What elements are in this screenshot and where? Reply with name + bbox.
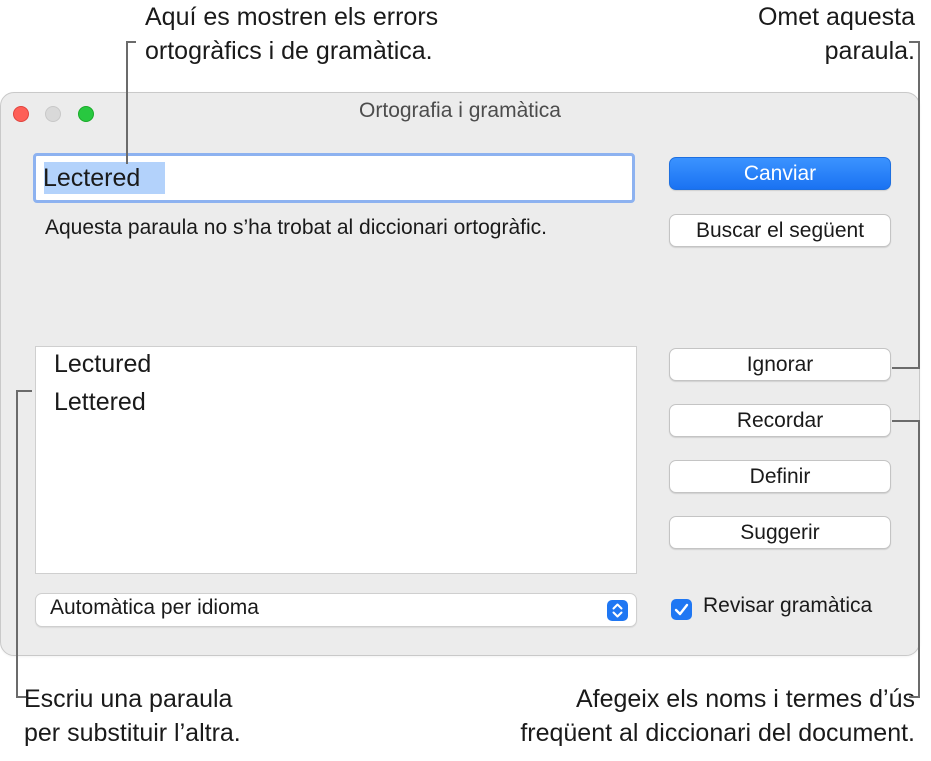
callout-ignore-line-vertical [918,41,920,369]
callout-errors-text: Aquí es mostren els errors ortogràfics i… [145,0,438,68]
language-popup-value: Automàtica per idioma [50,596,259,619]
change-button[interactable]: Canviar [669,157,891,190]
window-title: Ortografia i gramàtica [359,99,561,122]
callout-replace-text: Escriu una paraula per substituir l’altr… [24,682,241,750]
callout-ignore-text: Omet aquesta paraula. [758,0,915,68]
learn-button[interactable]: Recordar [669,404,891,437]
callout-ignore-line-1: Omet aquesta [757,3,915,31]
misspelled-word-field[interactable] [33,153,635,203]
check-grammar-checkbox[interactable] [671,599,692,620]
suggestion-item[interactable]: Lettered [54,388,146,417]
suggestions-list[interactable]: Lectured Lettered [35,346,637,574]
callout-replace-line-top [16,390,32,392]
callout-replace-line-2: per substituir l’altra. [24,719,241,747]
spelling-grammar-window: Ortografia i gramàtica Aquesta paraula n… [0,92,920,656]
suggestion-item[interactable]: Lectured [54,350,151,379]
callout-ignore-line-2: paraula. [824,37,915,65]
status-message: Aquesta paraula no s’ha trobat al diccio… [45,216,547,239]
callout-errors-line-1: Aquí es mostren els errors [145,3,439,31]
find-next-button[interactable]: Buscar el següent [669,214,891,247]
language-popup[interactable]: Automàtica per idioma [35,593,637,627]
title-bar[interactable]: Ortografia i gramàtica [1,93,919,135]
define-button[interactable]: Definir [669,460,891,493]
ignore-button[interactable]: Ignorar [669,348,891,381]
callout-learn-line-vertical [918,420,920,698]
callout-ignore-line-bottom [892,367,920,369]
guess-button[interactable]: Suggerir [669,516,891,549]
callout-learn-line-1: Afegeix els noms i termes d’ús [575,685,915,713]
callout-learn-line-bottom [909,696,920,698]
callout-replace-line-1: Escriu una paraula [24,685,233,713]
callout-errors-line-horizontal [126,41,136,43]
check-grammar-label[interactable]: Revisar gramàtica [703,594,872,618]
callout-learn-text: Afegeix els noms i termes d’ús freqüent … [520,682,915,750]
callout-errors-line-2: ortogràfics i de gramàtica. [145,37,433,65]
callout-replace-line-vertical [16,390,18,698]
callout-errors-line-vertical [126,41,128,164]
callout-ignore-line-top [909,41,920,43]
popup-arrows-icon [607,600,628,621]
callout-learn-line-top [892,420,920,422]
callout-replace-line-bottom [16,696,26,698]
checkmark-icon [674,603,689,616]
callout-learn-line-2: freqüent al diccionari del document. [520,719,915,747]
